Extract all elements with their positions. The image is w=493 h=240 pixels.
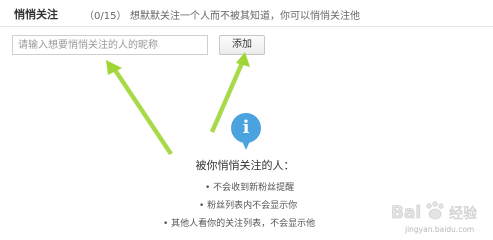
add-button[interactable]: 添加 xyxy=(219,35,265,55)
baidu-jingyan-watermark: Bai 经验 jingyan.baidu.com xyxy=(391,201,477,234)
section-title: 悄悄关注 xyxy=(14,8,58,21)
section-description: 想默默关注一个人而不被其知道，你可以悄悄关注他 xyxy=(130,11,360,22)
info-icon: i xyxy=(231,113,261,150)
note-hidden-from-others: • 其他人看你的关注列表，不会显示他 xyxy=(163,219,316,229)
svg-text:Bai: Bai xyxy=(391,203,421,223)
arrow-to-input-head xyxy=(106,60,122,75)
follow-count: （0/15） xyxy=(84,11,127,22)
info-heading: 被你悄悄关注的人： xyxy=(195,159,295,172)
nickname-input[interactable] xyxy=(12,35,208,55)
arrow-to-input xyxy=(111,66,173,155)
note-no-notification: • 不会收到新粉丝提醒 xyxy=(205,183,295,193)
header-divider xyxy=(0,26,493,27)
svg-text:jingyan.baidu.com: jingyan.baidu.com xyxy=(404,225,474,234)
paw-icon xyxy=(426,201,444,220)
follow-header: 悄悄关注 （0/15） 想默默关注一个人而不被其知道，你可以悄悄关注他 xyxy=(14,6,484,24)
note-hidden-from-fans: • 粉丝列表内不会显示你 xyxy=(199,201,298,211)
svg-text:经验: 经验 xyxy=(449,206,477,222)
